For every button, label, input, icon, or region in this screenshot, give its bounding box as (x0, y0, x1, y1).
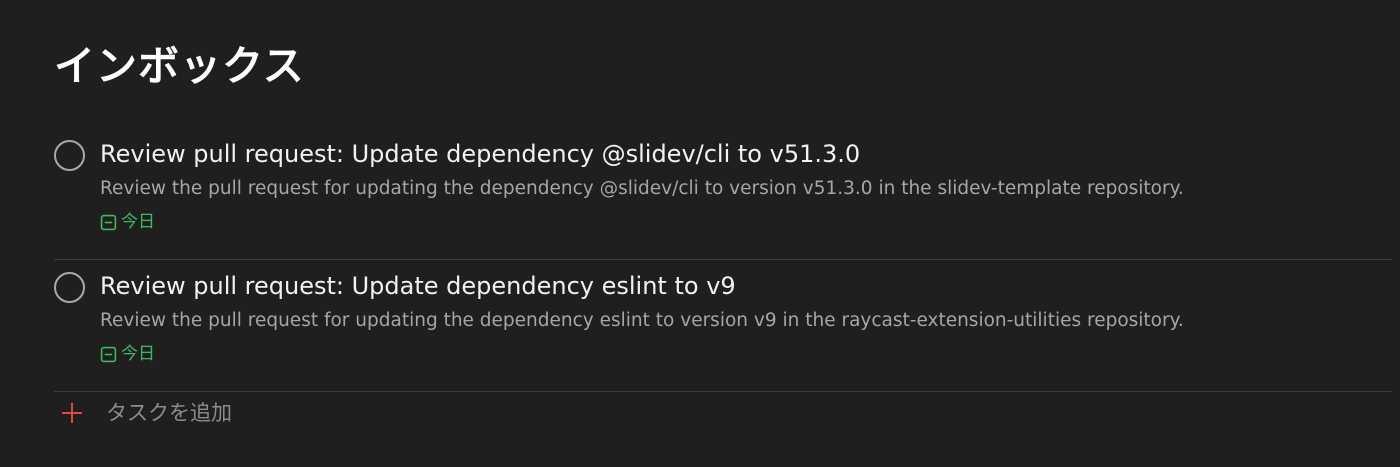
calendar-icon (100, 214, 117, 230)
add-task-button[interactable]: タスクを追加 (60, 394, 232, 432)
task-complete-checkbox[interactable] (54, 272, 85, 303)
calendar-icon (100, 346, 117, 362)
task-due-label: 今日 (121, 212, 155, 232)
task-due-label: 今日 (121, 344, 155, 364)
task-description: Review the pull request for updating the… (100, 310, 1184, 331)
task-due-date[interactable]: 今日 (100, 210, 155, 234)
task-title[interactable]: Review pull request: Update dependency @… (100, 138, 860, 170)
task-title[interactable]: Review pull request: Update dependency e… (100, 270, 736, 302)
page-title: インボックス (54, 42, 305, 90)
task-description: Review the pull request for updating the… (100, 178, 1184, 199)
task-row[interactable]: Review pull request: Update dependency @… (54, 128, 1392, 260)
task-row[interactable]: Review pull request: Update dependency e… (54, 260, 1392, 392)
task-list: Review pull request: Update dependency @… (54, 128, 1392, 392)
plus-icon (62, 403, 82, 423)
add-task-label: タスクを追加 (106, 401, 232, 425)
task-complete-checkbox[interactable] (54, 140, 85, 171)
task-due-date[interactable]: 今日 (100, 342, 155, 366)
